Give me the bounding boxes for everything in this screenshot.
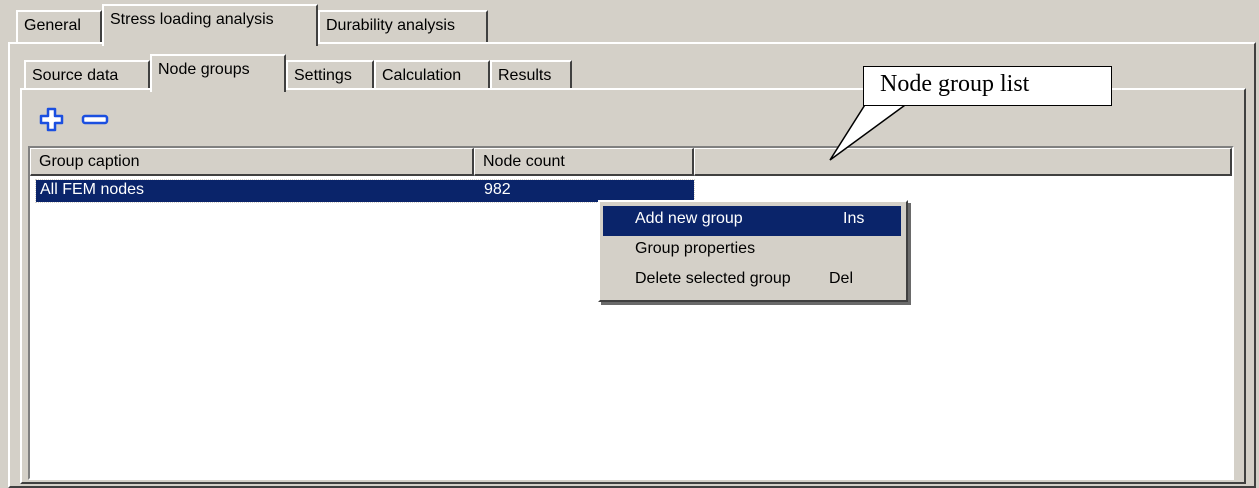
tab-general[interactable]: General: [16, 10, 102, 44]
menu-item-group-properties[interactable]: Group properties: [603, 236, 901, 266]
column-header-node-count-label: Node count: [483, 153, 565, 170]
plus-icon: [39, 107, 64, 132]
node-count-cell: 982: [484, 181, 511, 198]
inner-tab-strip: Source data Node groups Settings Calcula…: [20, 52, 580, 92]
column-header-node-count[interactable]: Node count: [474, 148, 694, 176]
tab-node-groups-label: Node groups: [158, 61, 250, 78]
column-header-group-caption[interactable]: Group caption: [30, 148, 474, 176]
context-menu: Add new group Ins Group properties Delet…: [598, 200, 908, 302]
menu-item-delete-selected-group[interactable]: Delete selected group Del: [603, 266, 901, 296]
remove-group-button[interactable]: [80, 106, 110, 134]
menu-item-delete-selected-group-shortcut: Del: [829, 270, 854, 287]
node-group-list[interactable]: Group caption Node count All FEM nodes 9…: [28, 146, 1234, 480]
tab-results-label: Results: [498, 67, 552, 84]
tab-node-groups[interactable]: Node groups: [150, 54, 286, 92]
tab-settings[interactable]: Settings: [286, 60, 374, 90]
tab-stress-loading-analysis[interactable]: Stress loading analysis: [102, 4, 318, 46]
tab-durability-analysis[interactable]: Durability analysis: [318, 10, 488, 44]
tab-source-data-label: Source data: [32, 67, 119, 84]
tab-general-label: General: [24, 17, 81, 34]
column-header-group-caption-label: Group caption: [39, 153, 140, 170]
column-header-filler: [694, 148, 1232, 176]
minus-icon: [81, 114, 109, 125]
tab-calculation[interactable]: Calculation: [374, 60, 490, 90]
outer-tab-strip: General Stress loading analysis Durabili…: [0, 0, 1259, 46]
callout-box: Node group list: [863, 66, 1112, 106]
tab-settings-label: Settings: [294, 67, 352, 84]
group-caption-cell: All FEM nodes: [40, 181, 145, 198]
menu-item-add-new-group-shortcut: Ins: [843, 210, 865, 227]
menu-item-delete-selected-group-label: Delete selected group: [635, 270, 791, 287]
add-group-button[interactable]: [38, 106, 66, 134]
menu-item-add-new-group[interactable]: Add new group Ins: [603, 206, 901, 236]
tab-results[interactable]: Results: [490, 60, 572, 90]
menu-item-group-properties-label: Group properties: [635, 240, 756, 257]
tab-stress-loading-analysis-label: Stress loading analysis: [110, 11, 274, 28]
callout-text: Node group list: [880, 71, 1030, 97]
tab-source-data[interactable]: Source data: [24, 60, 150, 90]
tab-calculation-label: Calculation: [382, 67, 462, 84]
tab-durability-analysis-label: Durability analysis: [326, 17, 455, 34]
menu-item-add-new-group-label: Add new group: [635, 210, 743, 227]
callout-pointer: [829, 96, 915, 161]
table-row[interactable]: All FEM nodes 982: [35, 179, 695, 203]
